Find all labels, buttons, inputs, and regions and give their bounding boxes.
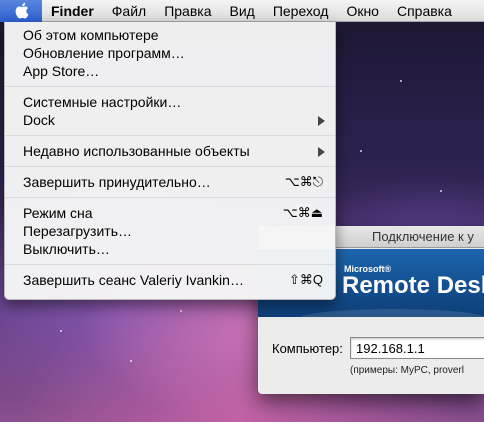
menu-separator <box>5 264 335 265</box>
apple-icon <box>15 2 28 19</box>
star <box>180 310 182 312</box>
menu-item-about[interactable]: Об этом компьютере <box>5 26 335 44</box>
logout-shortcut: ⇧⌘Q <box>288 272 323 287</box>
star <box>440 190 442 192</box>
brand-title: Remote Deskt <box>342 272 484 299</box>
computer-hint: (примеры: MyPC, proverl <box>350 365 464 376</box>
star <box>60 330 62 332</box>
menu-go[interactable]: Переход <box>264 0 338 22</box>
menu-edit[interactable]: Правка <box>155 0 220 22</box>
submenu-arrow-icon <box>318 147 325 157</box>
menu-item-recent-items[interactable]: Недавно использованные объекты <box>5 142 335 160</box>
menu-item-force-quit[interactable]: Завершить принудительно… ⌥⌘⎋ <box>5 173 335 191</box>
apple-menu-dropdown: Об этом компьютере Обновление программ… … <box>4 22 336 300</box>
menu-item-system-preferences[interactable]: Системные настройки… <box>5 93 335 111</box>
menu-window[interactable]: Окно <box>337 0 388 22</box>
menu-finder[interactable]: Finder <box>42 0 103 22</box>
menu-item-restart[interactable]: Перезагрузить… <box>5 222 335 240</box>
menu-item-logout[interactable]: Завершить сеанс Valeriy Ivankin… ⇧⌘Q <box>5 271 335 289</box>
banner-swoosh <box>298 309 484 317</box>
menu-help[interactable]: Справка <box>388 0 461 22</box>
menu-separator <box>5 86 335 87</box>
star <box>130 360 132 362</box>
menu-file[interactable]: Файл <box>103 0 155 22</box>
menu-separator <box>5 135 335 136</box>
menu-separator <box>5 166 335 167</box>
menu-item-logout-label: Завершить сеанс Valeriy Ivankin… <box>23 272 244 288</box>
menu-item-sleep-label: Режим сна <box>23 205 93 221</box>
computer-label: Компьютер: <box>272 341 343 356</box>
menu-bar: Finder Файл Правка Вид Переход Окно Спра… <box>0 0 484 22</box>
star <box>400 80 402 82</box>
menu-view[interactable]: Вид <box>221 0 264 22</box>
menu-item-software-update[interactable]: Обновление программ… <box>5 44 335 62</box>
submenu-arrow-icon <box>318 116 325 126</box>
computer-input[interactable] <box>350 337 484 359</box>
menu-item-force-quit-label: Завершить принудительно… <box>23 174 211 190</box>
star <box>360 150 362 152</box>
apple-menu-button[interactable] <box>0 0 42 22</box>
menu-item-recent-items-label: Недавно использованные объекты <box>23 143 250 159</box>
force-quit-shortcut: ⌥⌘⎋ <box>284 174 323 189</box>
menu-separator <box>5 197 335 198</box>
menu-item-app-store[interactable]: App Store… <box>5 62 335 80</box>
sleep-shortcut: ⌥⌘⏏ <box>282 205 323 220</box>
menu-item-sleep[interactable]: Режим сна ⌥⌘⏏ <box>5 204 335 222</box>
menu-item-dock-label: Dock <box>23 112 55 128</box>
menu-item-dock[interactable]: Dock <box>5 111 335 129</box>
menu-item-shutdown[interactable]: Выключить… <box>5 240 335 258</box>
